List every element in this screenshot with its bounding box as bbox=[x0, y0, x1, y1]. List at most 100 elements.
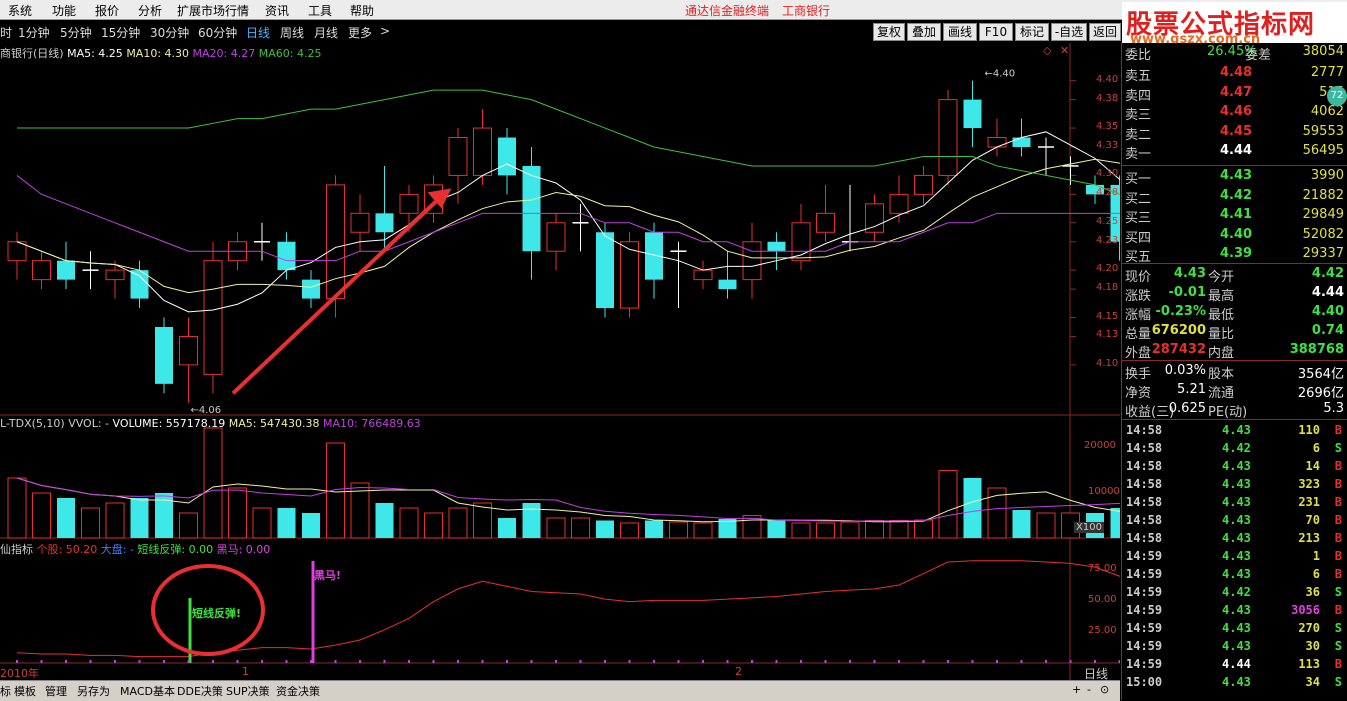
tick-price: 4.42 bbox=[1222, 441, 1251, 455]
candle-body bbox=[57, 260, 75, 280]
date-tick bbox=[555, 660, 557, 663]
close-icon[interactable]: ✕ bbox=[1060, 44, 1069, 57]
period-1min[interactable]: 1分钟 bbox=[18, 24, 50, 41]
tab-indicator[interactable]: 标 bbox=[0, 683, 11, 699]
tick-price: 4.42 bbox=[1222, 585, 1251, 599]
horse-signal-label: 黑马! bbox=[314, 569, 342, 582]
menu-analysis[interactable]: 分析 bbox=[138, 2, 162, 19]
date-tick bbox=[947, 660, 949, 663]
badge-icon[interactable]: 72 bbox=[1327, 86, 1347, 106]
period-5min[interactable]: 5分钟 bbox=[60, 24, 92, 41]
candle-body bbox=[375, 213, 394, 233]
date-tick bbox=[1094, 660, 1096, 663]
date-tick bbox=[334, 660, 337, 663]
date-tick bbox=[800, 660, 802, 663]
candle-body bbox=[203, 260, 223, 375]
candle-body bbox=[742, 241, 762, 281]
ask-row: 卖一 4.44 56495 bbox=[1122, 142, 1347, 162]
tab-dde[interactable]: DDE决策 bbox=[177, 683, 223, 699]
period-monthly[interactable]: 月线 bbox=[314, 24, 338, 41]
vol-axis-label: 20000 bbox=[1084, 440, 1116, 451]
period-time[interactable]: 时 bbox=[0, 24, 12, 41]
watchlist-button[interactable]: -自选 bbox=[1051, 23, 1087, 41]
stat-row: 涨跌 -0.01 最高 4.44 bbox=[1122, 284, 1347, 304]
stat-value: 5.3 bbox=[1323, 401, 1344, 416]
overlay-button[interactable]: 叠加 bbox=[907, 23, 941, 41]
tab-sup[interactable]: SUP决策 bbox=[226, 683, 270, 699]
back-button[interactable]: 返回 bbox=[1089, 23, 1121, 41]
bid-volume: 21882 bbox=[1302, 187, 1344, 203]
volume-bar bbox=[645, 520, 663, 538]
target-icon[interactable]: ⊙ bbox=[1100, 683, 1109, 696]
tick-side: B bbox=[1334, 459, 1342, 473]
volume-bar bbox=[399, 507, 419, 539]
stat-value: 3564亿 bbox=[1297, 367, 1344, 382]
kline-chart[interactable]: ←4.40 ←4.06 bbox=[0, 43, 1120, 680]
candle-body bbox=[448, 137, 468, 176]
tick-side: B bbox=[1334, 531, 1342, 545]
candle-body bbox=[32, 260, 51, 281]
tab-save-as[interactable]: 另存为 bbox=[77, 683, 110, 699]
date-tick bbox=[922, 660, 925, 663]
period-15min[interactable]: 15分钟 bbox=[101, 24, 140, 41]
date-tick bbox=[653, 660, 655, 663]
menu-help[interactable]: 帮助 bbox=[350, 2, 374, 19]
bid-row: 买一 4.43 3990 bbox=[1122, 167, 1347, 187]
period-daily[interactable]: 日线 bbox=[246, 24, 270, 41]
tab-template[interactable]: 模板 bbox=[14, 683, 36, 699]
tick-row: 14:59 4.43 3056 B bbox=[1122, 602, 1347, 620]
menu-info[interactable]: 资讯 bbox=[265, 2, 289, 19]
period-weekly[interactable]: 周线 bbox=[280, 24, 304, 41]
period-60min[interactable]: 60分钟 bbox=[198, 24, 237, 41]
date-tick bbox=[1118, 660, 1120, 663]
price-axis-label: 4.10 bbox=[1096, 357, 1119, 369]
volume-bar bbox=[424, 512, 443, 539]
period-more[interactable]: 更多 bbox=[348, 24, 372, 41]
high-mark: ←4.40 bbox=[985, 69, 1016, 80]
ask-price: 4.46 bbox=[1220, 104, 1253, 119]
bid-row: 买四 4.40 52082 bbox=[1122, 226, 1347, 246]
date-tick bbox=[359, 660, 361, 663]
period-30min[interactable]: 30分钟 bbox=[150, 24, 189, 41]
restore-rights-button[interactable]: 复权 bbox=[873, 23, 905, 41]
ind-axis-label: 50.00 bbox=[1088, 594, 1117, 605]
tick-time: 14:58 bbox=[1126, 531, 1163, 545]
draw-line-button[interactable]: 画线 bbox=[943, 23, 977, 41]
tick-row: 14:58 4.43 70 B bbox=[1122, 512, 1347, 530]
stat-label: 股本 bbox=[1208, 367, 1235, 382]
menu-function[interactable]: 功能 bbox=[52, 2, 76, 19]
candle-body bbox=[399, 193, 419, 214]
tick-side: S bbox=[1334, 639, 1342, 653]
volume-bar bbox=[179, 512, 198, 539]
order-ratio-label: 委比 bbox=[1125, 48, 1152, 63]
volume-bar bbox=[693, 522, 713, 539]
tab-macd[interactable]: MACD基本 bbox=[120, 683, 175, 699]
date-tick bbox=[873, 660, 876, 663]
ind-axis-label: 25.00 bbox=[1088, 625, 1117, 636]
date-tick bbox=[996, 660, 998, 663]
quote-panel: 委比 26.45% 委差 38054 卖五4.482777卖四4.47515卖三… bbox=[1121, 43, 1347, 700]
tick-side: B bbox=[1334, 567, 1342, 581]
menu-tools[interactable]: 工具 bbox=[308, 2, 332, 19]
menu-extended-market[interactable]: 扩展市场行情 bbox=[177, 2, 249, 19]
stat-label: PE(动) bbox=[1208, 405, 1248, 420]
f10-button[interactable]: F10 bbox=[979, 23, 1013, 41]
candle-body bbox=[326, 184, 345, 300]
diamond-icon[interactable]: ◇ bbox=[1043, 44, 1051, 57]
tab-capital[interactable]: 资金决策 bbox=[276, 683, 320, 699]
bid-row: 买二 4.42 21882 bbox=[1122, 187, 1347, 207]
zoom-in-icon[interactable]: + bbox=[1072, 683, 1081, 696]
tick-row: 14:58 4.43 14 B bbox=[1122, 458, 1347, 476]
zoom-out-icon[interactable]: - bbox=[1087, 683, 1091, 696]
chevron-right-icon[interactable]: > bbox=[380, 24, 390, 38]
stat-value: 0.03% bbox=[1164, 363, 1206, 378]
ask-price: 4.47 bbox=[1220, 84, 1253, 100]
menu-quote[interactable]: 报价 bbox=[95, 2, 119, 19]
candle-body bbox=[105, 269, 125, 281]
date-tick bbox=[849, 660, 851, 663]
stat-label: 外盘 bbox=[1125, 346, 1152, 361]
tick-side: B bbox=[1334, 513, 1342, 527]
tab-manage[interactable]: 管理 bbox=[45, 683, 67, 699]
mark-button[interactable]: 标记 bbox=[1015, 23, 1049, 41]
menu-system[interactable]: 系统 bbox=[8, 2, 32, 19]
